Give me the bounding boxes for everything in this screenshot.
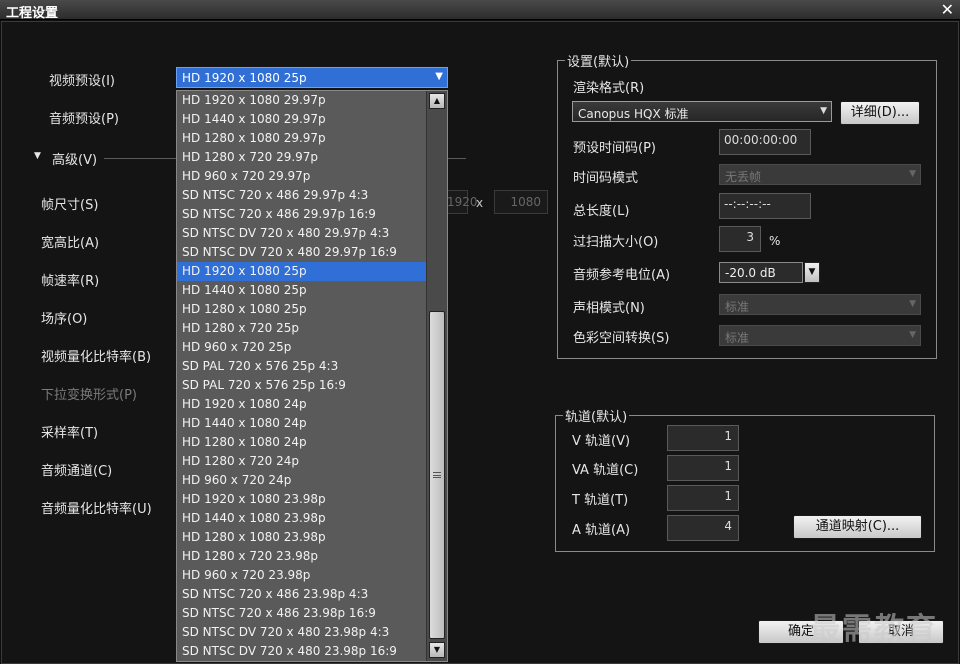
audio-bit-depth-label: 音频量化比特率(U) bbox=[41, 502, 152, 517]
total-length-field: --:--:--:-- bbox=[719, 193, 811, 219]
preset-option[interactable]: SD NTSC 720 x 486 23.98p 16:9 bbox=[177, 604, 427, 623]
preset-option[interactable]: HD 1280 x 1080 25p bbox=[177, 300, 427, 319]
scrollbar[interactable]: ▲ ▼ bbox=[426, 91, 447, 661]
chevron-down-icon: ▼ bbox=[909, 299, 916, 309]
frame-height-field[interactable]: 1080 bbox=[494, 190, 548, 214]
close-icon[interactable]: ✕ bbox=[941, 0, 954, 19]
a-track-field[interactable]: 4 bbox=[667, 515, 739, 541]
chevron-down-icon[interactable]: ▼ bbox=[804, 262, 820, 283]
v-track-field[interactable]: 1 bbox=[667, 425, 739, 451]
preset-option[interactable]: HD 1280 x 720 29.97p bbox=[177, 148, 427, 167]
preset-option[interactable]: HD 1440 x 1080 29.97p bbox=[177, 110, 427, 129]
frame-size-label: 帧尺寸(S) bbox=[41, 198, 99, 213]
pan-mode-select[interactable]: 标准 ▼ bbox=[719, 294, 921, 315]
chevron-down-icon: ▼ bbox=[909, 169, 916, 179]
color-space-select[interactable]: 标准 ▼ bbox=[719, 325, 921, 346]
pulldown-label: 下拉变换形式(P) bbox=[41, 388, 137, 403]
render-format-value: Canopus HQX 标准 bbox=[578, 107, 689, 121]
channel-mapping-button[interactable]: 通道映射(C)... bbox=[793, 515, 922, 539]
preset-option[interactable]: HD 1280 x 720 25p bbox=[177, 319, 427, 338]
watermark-logo: 最需教育 bbox=[810, 612, 938, 647]
preset-option[interactable]: HD 960 x 720 29.97p bbox=[177, 167, 427, 186]
overscan-unit: % bbox=[769, 234, 781, 248]
pan-mode-value: 标准 bbox=[725, 300, 750, 314]
timecode-mode-select[interactable]: 无丢帧 ▼ bbox=[719, 164, 921, 185]
preset-option[interactable]: SD NTSC DV 720 x 480 23.98p 16:9 bbox=[177, 642, 427, 661]
t-track-label: T 轨道(T) bbox=[572, 493, 629, 508]
total-length-label: 总长度(L) bbox=[573, 204, 630, 219]
audio-ref-field[interactable]: -20.0 dB bbox=[719, 262, 803, 283]
preset-option[interactable]: HD 1280 x 720 23.98p bbox=[177, 547, 427, 566]
video-preset-select[interactable]: HD 1920 x 1080 25p ▼ bbox=[176, 67, 448, 88]
dimension-separator: x bbox=[476, 196, 484, 210]
color-space-label: 色彩空间转换(S) bbox=[573, 331, 670, 346]
preset-option[interactable]: SD PAL 720 x 576 25p 4:3 bbox=[177, 357, 427, 376]
t-track-field[interactable]: 1 bbox=[667, 485, 739, 511]
expand-arrow-icon[interactable]: ▼ bbox=[34, 151, 41, 161]
preset-option[interactable]: HD 1440 x 1080 23.98p bbox=[177, 509, 427, 528]
render-format-select[interactable]: Canopus HQX 标准 ▼ bbox=[572, 101, 832, 122]
timecode-mode-value: 无丢帧 bbox=[725, 170, 762, 184]
preset-option[interactable]: SD NTSC 720 x 486 23.98p 4:3 bbox=[177, 585, 427, 604]
overscan-field[interactable]: 3 bbox=[719, 226, 761, 252]
timecode-mode-label: 时间码模式 bbox=[573, 171, 639, 186]
preset-option[interactable]: HD 960 x 720 23.98p bbox=[177, 566, 427, 585]
preset-timecode-label: 预设时间码(P) bbox=[573, 141, 656, 156]
scroll-up-icon[interactable]: ▲ bbox=[429, 93, 445, 109]
preset-option[interactable]: HD 1920 x 1080 24p bbox=[177, 395, 427, 414]
tracks-group-title: 轨道(默认) bbox=[563, 406, 630, 425]
preset-option[interactable]: SD PAL 720 x 576 25p 16:9 bbox=[177, 376, 427, 395]
preset-option[interactable]: HD 960 x 720 25p bbox=[177, 338, 427, 357]
preset-option[interactable]: HD 1280 x 1080 24p bbox=[177, 433, 427, 452]
audio-channels-label: 音频通道(C) bbox=[41, 464, 113, 479]
audio-preset-label: 音频预设(P) bbox=[49, 112, 119, 127]
chevron-down-icon: ▼ bbox=[820, 106, 827, 116]
preset-option[interactable]: HD 1280 x 1080 23.98p bbox=[177, 528, 427, 547]
field-order-label: 场序(O) bbox=[41, 312, 88, 327]
preset-option[interactable]: SD NTSC DV 720 x 480 23.98p 4:3 bbox=[177, 623, 427, 642]
preset-option[interactable]: HD 1920 x 1080 25p bbox=[177, 262, 427, 281]
va-track-field[interactable]: 1 bbox=[667, 455, 739, 481]
preset-option[interactable]: HD 1280 x 1080 29.97p bbox=[177, 129, 427, 148]
preset-option[interactable]: HD 960 x 720 24p bbox=[177, 471, 427, 490]
aspect-ratio-label: 宽高比(A) bbox=[41, 236, 100, 251]
preset-option[interactable]: HD 1440 x 1080 25p bbox=[177, 281, 427, 300]
video-preset-dropdown[interactable]: HD 1920 x 1080 29.97p HD 1440 x 1080 29.9… bbox=[176, 90, 448, 662]
divider bbox=[104, 158, 176, 159]
a-track-label: A 轨道(A) bbox=[572, 523, 631, 538]
pan-mode-label: 声相模式(N) bbox=[573, 301, 645, 316]
chevron-down-icon: ▼ bbox=[909, 330, 916, 340]
scrollbar-thumb[interactable] bbox=[429, 311, 445, 639]
divider bbox=[448, 158, 466, 159]
chevron-down-icon: ▼ bbox=[435, 71, 443, 82]
preset-option[interactable]: HD 1280 x 720 24p bbox=[177, 452, 427, 471]
video-preset-label: 视频预设(I) bbox=[49, 74, 115, 89]
preset-option[interactable]: HD 1440 x 1080 24p bbox=[177, 414, 427, 433]
sample-rate-label: 采样率(T) bbox=[41, 426, 99, 441]
preset-option[interactable]: HD 1920 x 1080 23.98p bbox=[177, 490, 427, 509]
window-title: 工程设置 bbox=[6, 6, 59, 21]
va-track-label: VA 轨道(C) bbox=[572, 463, 639, 478]
overscan-label: 过扫描大小(O) bbox=[573, 235, 659, 250]
preset-option[interactable]: SD NTSC 720 x 486 29.97p 16:9 bbox=[177, 205, 427, 224]
scroll-down-icon[interactable]: ▼ bbox=[429, 642, 445, 658]
color-space-value: 标准 bbox=[725, 331, 750, 345]
settings-group-title: 设置(默认) bbox=[565, 51, 632, 70]
frame-rate-label: 帧速率(R) bbox=[41, 274, 100, 289]
advanced-toggle[interactable]: 高级(V) bbox=[52, 149, 97, 168]
v-track-label: V 轨道(V) bbox=[572, 434, 631, 449]
preset-option[interactable]: SD NTSC 720 x 486 29.97p 4:3 bbox=[177, 186, 427, 205]
preset-option[interactable]: SD NTSC DV 720 x 480 29.97p 16:9 bbox=[177, 243, 427, 262]
detail-button[interactable]: 详细(D)... bbox=[840, 101, 920, 125]
preset-option[interactable]: HD 1920 x 1080 29.97p bbox=[177, 91, 427, 110]
title-bar: 工程设置 ✕ bbox=[0, 0, 960, 21]
preset-timecode-field[interactable]: 00:00:00:00 bbox=[719, 129, 811, 155]
audio-ref-label: 音频参考电位(A) bbox=[573, 268, 671, 283]
preset-option[interactable]: SD NTSC DV 720 x 480 29.97p 4:3 bbox=[177, 224, 427, 243]
video-bit-depth-label: 视频量化比特率(B) bbox=[41, 350, 152, 365]
render-format-label: 渲染格式(R) bbox=[573, 81, 645, 96]
grip-icon bbox=[433, 472, 441, 478]
video-preset-value: HD 1920 x 1080 25p bbox=[182, 71, 307, 85]
